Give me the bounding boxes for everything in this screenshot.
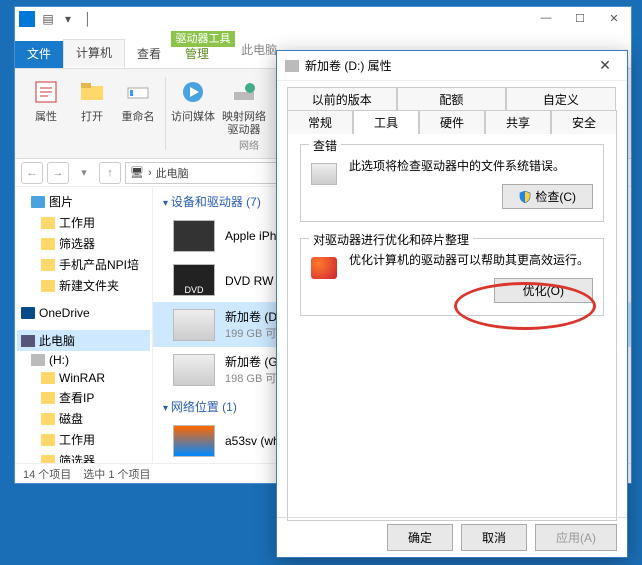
tree-filter[interactable]: 筛选器: [59, 235, 95, 252]
dialog-footer: 确定 取消 应用(A): [277, 517, 627, 557]
nav-recent[interactable]: ▾: [73, 162, 95, 184]
pc-icon: 🖥: [130, 166, 144, 179]
tree-thispc[interactable]: 此电脑: [39, 332, 75, 349]
nav-forward[interactable]: →: [47, 162, 69, 184]
context-tab-group: 驱动器工具: [171, 31, 235, 47]
group-error-checking: 查错 此选项将检查驱动器中的文件系统错误。 检查(C): [300, 144, 604, 222]
shield-icon: [519, 191, 531, 203]
dvd-icon: DVD: [173, 264, 215, 296]
explorer-titlebar: ▤ ▾ │ — ☐ ✕: [15, 7, 631, 31]
check-button[interactable]: 检查(C): [502, 184, 593, 209]
properties-icon: [31, 77, 61, 107]
properties-dialog: 新加卷 (D:) 属性 ✕ 以前的版本 配额 自定义 常规 工具 硬件 共享 安…: [276, 50, 628, 558]
pc-icon: [19, 11, 35, 27]
tree-onedrive[interactable]: OneDrive: [39, 306, 90, 320]
tab-hardware[interactable]: 硬件: [419, 110, 485, 134]
drive-icon: [31, 354, 45, 366]
apply-button[interactable]: 应用(A): [535, 524, 617, 551]
map-drive-icon: [229, 77, 259, 107]
tab-prev-versions[interactable]: 以前的版本: [287, 87, 397, 111]
tree-filter2[interactable]: 筛选器: [59, 452, 95, 463]
ok-button[interactable]: 确定: [387, 524, 453, 551]
dialog-tabs: 以前的版本 配额 自定义 常规 工具 硬件 共享 安全: [287, 87, 617, 133]
tree-work[interactable]: 工作用: [59, 214, 95, 231]
qat-divider: │: [79, 10, 97, 28]
folder-icon: [41, 372, 55, 384]
cancel-button[interactable]: 取消: [461, 524, 527, 551]
media-icon: [178, 77, 208, 107]
wmp-icon: [173, 425, 215, 457]
tree-newfolder[interactable]: 新建文件夹: [59, 277, 119, 294]
dialog-title: 新加卷 (D:) 属性: [305, 57, 392, 74]
nav-back[interactable]: ←: [21, 162, 43, 184]
window-controls: — ☐ ✕: [529, 7, 631, 29]
onedrive-icon: [21, 307, 35, 319]
ribbon-open[interactable]: 打开: [69, 73, 115, 154]
optimize-description: 优化计算机的驱动器可以帮助其更高效运行。: [349, 251, 593, 268]
ribbon-properties[interactable]: 属性: [23, 73, 69, 154]
folder-icon: [41, 455, 55, 464]
nav-tree[interactable]: 图片 工作用 筛选器 手机产品NPI培 新建文件夹 OneDrive 此电脑 (…: [15, 187, 153, 463]
tab-view[interactable]: 查看: [125, 41, 173, 68]
drive-check-icon: [311, 163, 337, 185]
group-legend: 查错: [309, 137, 341, 154]
tab-sharing[interactable]: 共享: [485, 110, 551, 134]
tab-file[interactable]: 文件: [15, 41, 63, 68]
tab-page-tools: 查错 此选项将检查驱动器中的文件系统错误。 检查(C) 对驱动器进行优化和碎片整…: [287, 133, 617, 521]
tree-pictures[interactable]: 图片: [49, 193, 73, 210]
nav-up[interactable]: ↑: [99, 162, 121, 184]
dialog-titlebar: 新加卷 (D:) 属性 ✕: [277, 51, 627, 81]
tab-customize[interactable]: 自定义: [506, 87, 616, 111]
ribbon-group-label: 网络: [239, 137, 259, 152]
tab-tools[interactable]: 工具: [353, 110, 419, 134]
tab-general[interactable]: 常规: [287, 110, 353, 134]
check-description: 此选项将检查驱动器中的文件系统错误。: [349, 157, 593, 174]
folder-icon: [41, 392, 55, 404]
tree-winrar[interactable]: WinRAR: [59, 371, 105, 385]
tab-computer[interactable]: 计算机: [63, 39, 125, 68]
drive-icon: [285, 60, 299, 72]
status-selected: 选中 1 个项目: [83, 466, 150, 482]
tab-quota[interactable]: 配额: [397, 87, 507, 111]
folder-icon: [41, 217, 55, 229]
pictures-icon: [31, 196, 45, 208]
close-button[interactable]: ✕: [597, 7, 631, 29]
folder-icon: [41, 413, 55, 425]
ribbon-rename[interactable]: 重命名: [115, 73, 161, 154]
optimize-button[interactable]: 优化(O): [494, 278, 593, 303]
dialog-body: 以前的版本 配额 自定义 常规 工具 硬件 共享 安全 查错 此选项将检查驱动器…: [277, 81, 627, 517]
defrag-icon: [311, 257, 337, 279]
maximize-button[interactable]: ☐: [563, 7, 597, 29]
breadcrumb-segment[interactable]: 此电脑: [156, 165, 189, 181]
open-icon: [77, 77, 107, 107]
status-count: 14 个项目: [23, 466, 71, 482]
qat-dropdown[interactable]: ▾: [59, 10, 77, 28]
pc-icon: [21, 335, 35, 347]
ribbon-media-access[interactable]: 访问媒体: [170, 73, 216, 154]
tree-disk[interactable]: 磁盘: [59, 410, 83, 427]
folder-icon: [41, 238, 55, 250]
folder-icon: [41, 434, 55, 446]
tree-lookupip[interactable]: 查看IP: [59, 389, 94, 406]
group-optimize: 对驱动器进行优化和碎片整理 优化计算机的驱动器可以帮助其更高效运行。 优化(O): [300, 238, 604, 316]
folder-icon: [41, 280, 55, 292]
dialog-close-button[interactable]: ✕: [591, 55, 619, 77]
tab-security[interactable]: 安全: [551, 110, 617, 134]
tree-npi[interactable]: 手机产品NPI培: [59, 256, 139, 273]
group-legend: 对驱动器进行优化和碎片整理: [309, 231, 473, 248]
iphone-icon: [173, 220, 215, 252]
minimize-button[interactable]: —: [529, 7, 563, 29]
tree-work2[interactable]: 工作用: [59, 431, 95, 448]
drive-icon: [173, 309, 215, 341]
drive-icon: [173, 354, 215, 386]
rename-icon: [123, 77, 153, 107]
tree-hdrive[interactable]: (H:): [49, 353, 69, 367]
quick-access-toolbar: ▤ ▾ │: [39, 10, 97, 28]
qat-item[interactable]: ▤: [39, 10, 57, 28]
folder-icon: [41, 259, 55, 271]
window-title: 此电脑: [241, 41, 277, 58]
